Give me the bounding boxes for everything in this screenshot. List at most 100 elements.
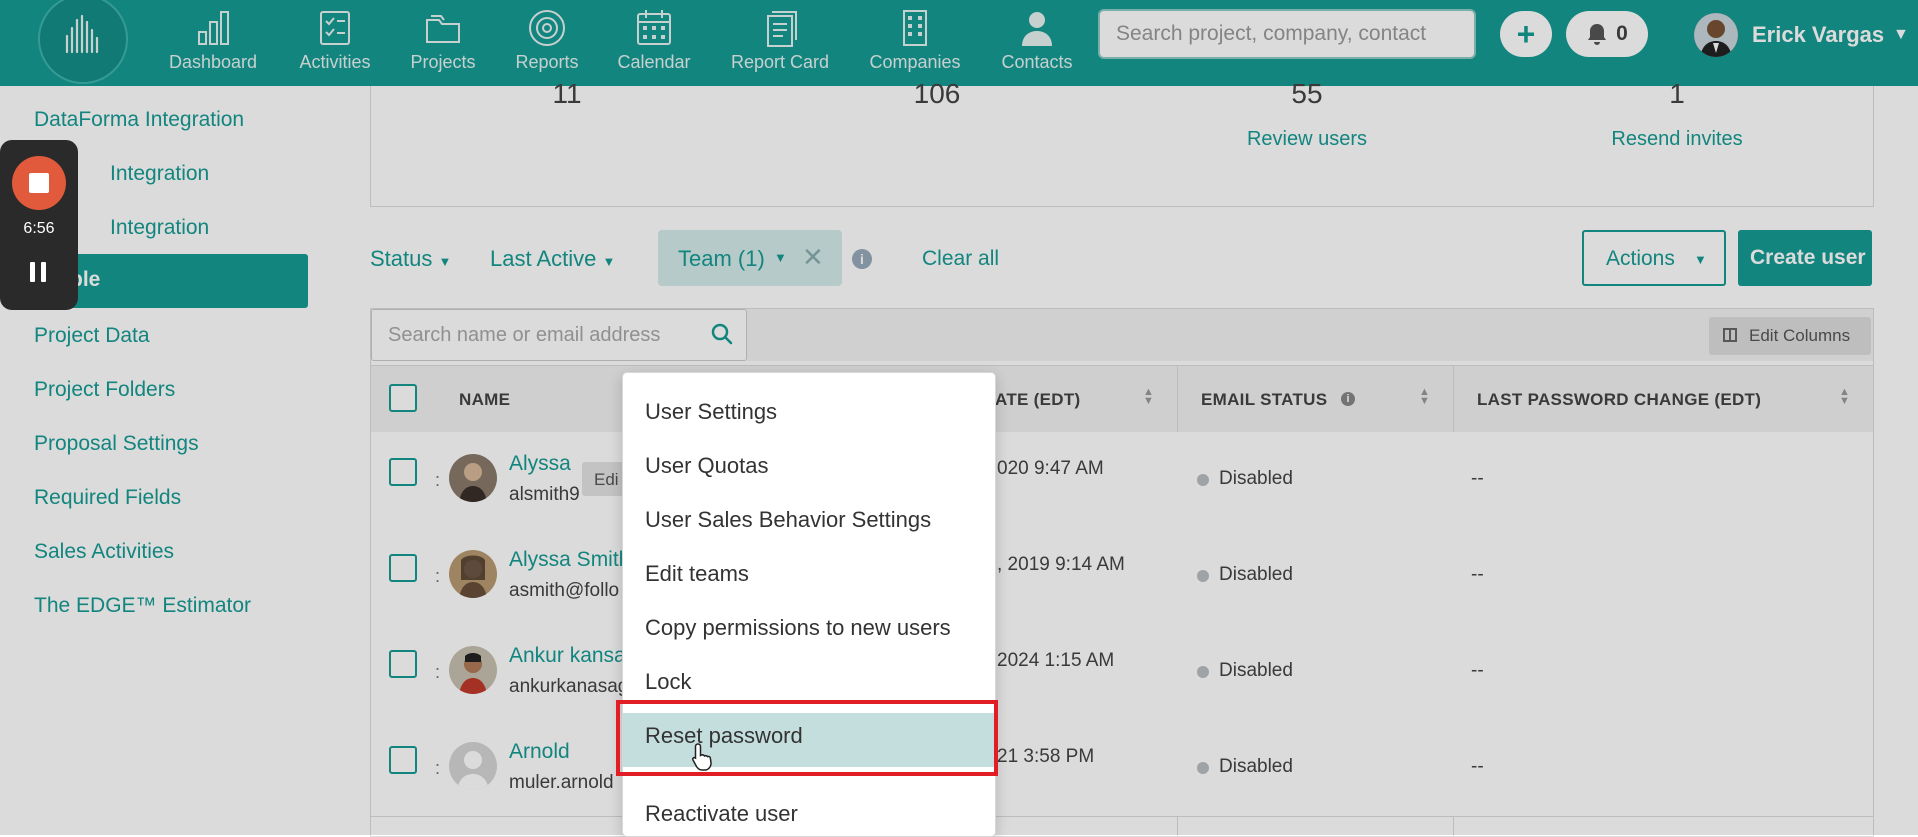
user-name[interactable]: Erick Vargas [1752,22,1884,48]
user-photo-icon [449,646,497,694]
chevron-down-icon: ▼ [774,250,787,265]
actions-dropdown-button[interactable]: Actions ▼ [1582,230,1726,286]
user-name-link[interactable]: Alyssa Smith [509,548,630,572]
chevron-down-icon: ▼ [602,254,616,269]
reports-icon [529,10,565,46]
recording-timer: 6:56 [23,220,55,237]
logo-icon [65,14,99,54]
nav-reports[interactable]: Reports [508,0,586,86]
user-email: asmith@follo [509,580,620,601]
sidebar-item-sales-activities[interactable]: Sales Activities [34,540,174,564]
menu-item-user-quotas[interactable]: User Quotas [645,453,769,479]
nav-projects[interactable]: Projects [404,0,482,86]
highlight-annotation-box [616,700,998,776]
menu-item-copy-permissions[interactable]: Copy permissions to new users [645,615,951,641]
user-stats-panel: 11 106 55 1 Review users Resend invites [370,78,1874,207]
sidebar-item-project-data[interactable]: Project Data [34,324,150,348]
status-filter-dropdown[interactable]: Status ▼ [370,246,451,272]
actions-label: Actions [1606,247,1675,270]
nav-report-card[interactable]: Report Card [722,0,838,86]
column-header-name[interactable]: NAME [459,390,510,410]
user-name-link[interactable]: Alyssa [509,452,571,476]
user-search-input[interactable] [371,309,747,361]
resend-invites-link[interactable]: Resend invites [1527,128,1827,151]
search-icon[interactable] [711,323,733,345]
notifications-button[interactable]: 0 [1566,11,1648,57]
table-row[interactable]: : Arnold muler.arnold 21 3:58 PM Disable… [371,720,1873,817]
column-header-date[interactable]: ATE (EDT) [995,390,1080,410]
stat-value: 106 [913,78,961,109]
edit-columns-button[interactable]: Edit Columns [1709,317,1871,355]
sidebar-item-required-fields[interactable]: Required Fields [34,486,181,510]
user-email: ankurkanasag [509,676,629,697]
avatar [449,646,497,694]
pause-icon[interactable] [30,262,48,282]
sidebar-item-integration-b[interactable]: Integration [110,216,209,240]
last-active-filter-dropdown[interactable]: Last Active ▼ [490,246,615,272]
row-menu-icon[interactable]: : [435,470,440,491]
user-menu-caret-icon[interactable]: ▼ [1893,26,1909,44]
close-icon[interactable]: ✕ [802,242,824,273]
sidebar-item-dataforma-integration[interactable]: DataForma Integration [34,108,244,132]
info-icon[interactable]: i [1341,392,1355,406]
stop-icon [29,173,49,193]
date-cell: 21 3:58 PM [997,746,1095,767]
notifications-count: 0 [1616,22,1628,45]
row-checkbox[interactable] [389,650,417,678]
stat-value: 11 [552,78,582,109]
app-logo[interactable] [38,0,128,84]
sort-icon[interactable]: ▲ ▼ [1143,387,1154,407]
row-checkbox[interactable] [389,746,417,774]
sidebar-item-integration-a[interactable]: Integration [110,162,209,186]
menu-item-user-sales-behavior-settings[interactable]: User Sales Behavior Settings [645,507,931,533]
menu-item-reactivate-user[interactable]: Reactivate user [645,801,798,827]
table-row[interactable]: : Alyssa Smith asmith@follo , 2019 9:14 … [371,528,1873,625]
row-menu-icon[interactable]: : [435,662,440,683]
table-header-row: NAME ATE (EDT) ▲ ▼ EMAIL STATUS i ▲ ▼ LAST… [371,365,1873,433]
global-search-input[interactable] [1098,9,1476,59]
user-name-link[interactable]: Arnold [509,740,570,764]
nav-dashboard[interactable]: Dashboard [164,0,262,86]
date-cell: , 2019 9:14 AM [997,554,1125,575]
sort-icon[interactable]: ▲ ▼ [1839,387,1850,407]
status-indicator [1197,570,1209,582]
menu-item-user-settings[interactable]: User Settings [645,399,777,425]
column-header-last-password-change[interactable]: LAST PASSWORD CHANGE (EDT) [1477,390,1761,410]
edit-tooltip-label: Edi [594,470,619,489]
clear-all-link[interactable]: Clear all [922,247,999,271]
table-row[interactable]: : Ankur kansa ankurkanasag 2024 1:15 AM … [371,624,1873,721]
nav-contacts[interactable]: Contacts [994,0,1080,86]
menu-item-edit-teams[interactable]: Edit teams [645,561,749,587]
row-checkbox[interactable] [389,458,417,486]
user-email: muler.arnold [509,772,614,793]
row-menu-icon[interactable]: : [435,566,440,587]
select-all-checkbox[interactable] [389,384,417,412]
last-active-filter-label: Last Active [490,246,597,271]
companies-icon [903,10,927,46]
team-filter-chip[interactable]: Team (1) ▼ ✕ [658,230,842,286]
stop-recording-button[interactable] [12,156,66,210]
review-users-link[interactable]: Review users [1157,128,1457,151]
row-checkbox[interactable] [389,554,417,582]
create-user-label: Create user [1750,246,1866,269]
report-card-icon [767,11,797,47]
column-header-email-status[interactable]: EMAIL STATUS [1201,390,1327,410]
columns-icon [1723,328,1737,342]
sort-icon[interactable]: ▲ ▼ [1419,387,1430,407]
user-name-link[interactable]: Ankur kansa [509,644,626,668]
menu-item-lock[interactable]: Lock [645,669,691,695]
info-icon[interactable]: i [852,249,872,269]
date-cell: 2024 1:15 AM [997,650,1115,671]
screen-recorder-widget: 6:56 [0,140,78,310]
user-avatar[interactable] [1694,13,1738,57]
last-password-change: -- [1471,468,1484,489]
create-user-button[interactable]: Create user [1738,230,1872,286]
nav-calendar[interactable]: Calendar [610,0,698,86]
nav-activities[interactable]: Activities [290,0,380,86]
nav-companies[interactable]: Companies [862,0,968,86]
sidebar-item-project-folders[interactable]: Project Folders [34,378,175,402]
quick-add-button[interactable]: + [1500,11,1552,57]
row-menu-icon[interactable]: : [435,758,440,779]
sidebar-item-edge-estimator[interactable]: The EDGE™ Estimator [34,594,251,618]
sidebar-item-proposal-settings[interactable]: Proposal Settings [34,432,199,456]
